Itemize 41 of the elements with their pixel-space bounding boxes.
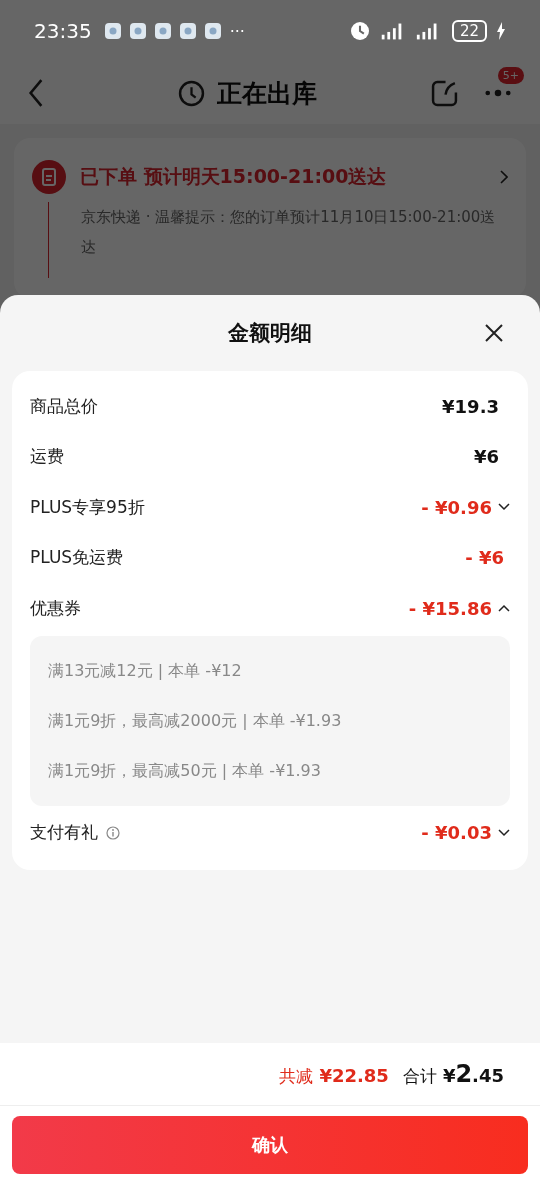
close-icon[interactable] [484,323,504,343]
chevron-down-icon[interactable] [498,503,510,512]
back-icon[interactable] [28,78,44,108]
page-title: 正在出库 [217,77,317,110]
notification-badge: 5+ [497,67,524,84]
row-amount: ¥19.3 [442,395,499,417]
discount-amount: - ¥0.03 [421,822,492,844]
saved-label: 共减 [279,1065,314,1088]
row-label: 优惠券 [30,596,81,620]
row-label: 运费 [30,445,64,469]
discount-amount: - ¥0.96 [421,496,492,518]
row-label: PLUS免运费 [30,546,124,570]
info-icon[interactable] [106,825,120,840]
total-label: 合计 [402,1065,437,1088]
saved-amount: ¥22.85 [319,1065,389,1086]
chevron-up-icon[interactable] [498,604,510,613]
charging-icon [496,22,506,40]
discount-amount: - ¥6 [465,547,504,569]
row-amount: ¥6 [473,446,499,468]
more-icon[interactable] [484,89,512,97]
total-amount: ¥2.45 [442,1060,504,1088]
order-note: 京东快递 · 温馨提示：您的订单预计11月10日15:00-21:00送达 [81,207,497,258]
more-notifications: ··· [229,21,245,41]
document-icon [32,160,66,194]
confirm-button[interactable]: 确认 [12,1116,528,1174]
order-card[interactable]: 已下单 预计明天15:00-21:00送达 京东快递 · 温馨提示：您的订单预计11月10日15:00-21:00送达 [14,138,526,298]
clock-icon [178,79,205,107]
row-label: PLUS专享95折 [30,495,145,519]
coupon-detail: 满1元9折，最高减2000元 | 本单 -¥1.93 [48,709,343,732]
discount-amount: - ¥15.86 [408,597,492,619]
order-status: 已下单 预计明天15:00-21:00送达 [80,164,388,189]
coupon-detail: 满1元9折，最高减50元 | 本单 -¥1.93 [48,759,322,782]
row-label: 支付有礼 [30,821,98,845]
row-label: 商品总价 [30,394,98,418]
status-time: 23:35 [34,19,92,43]
share-icon[interactable] [431,79,458,107]
alarm-icon [350,22,369,40]
sheet-title: 金额明细 [228,320,312,347]
coupon-detail: 满13元减12元 | 本单 -¥12 [48,659,243,682]
chevron-right-icon [500,170,508,184]
chevron-down-icon[interactable] [498,828,510,837]
